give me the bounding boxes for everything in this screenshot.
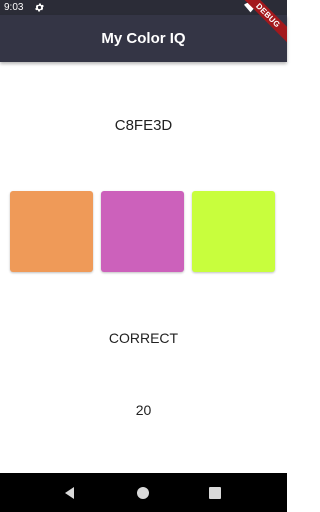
status-time: 9:03 xyxy=(4,2,24,13)
recents-icon[interactable] xyxy=(207,485,223,501)
navigation-bar xyxy=(0,473,287,512)
status-bar: 9:03 xyxy=(0,0,287,15)
home-icon[interactable] xyxy=(135,485,151,501)
gear-icon xyxy=(35,3,44,12)
app-bar: My Color IQ xyxy=(0,15,287,62)
score-label: 20 xyxy=(135,402,152,418)
color-swatch-1[interactable] xyxy=(10,191,93,272)
result-label: CORRECT xyxy=(108,330,179,346)
app-title: My Color IQ xyxy=(101,30,186,47)
color-swatch-3[interactable] xyxy=(192,191,275,272)
wifi-icon xyxy=(244,2,257,13)
hex-code-label: C8FE3D xyxy=(114,117,173,134)
back-icon[interactable] xyxy=(62,485,78,501)
color-swatch-2[interactable] xyxy=(101,191,184,272)
